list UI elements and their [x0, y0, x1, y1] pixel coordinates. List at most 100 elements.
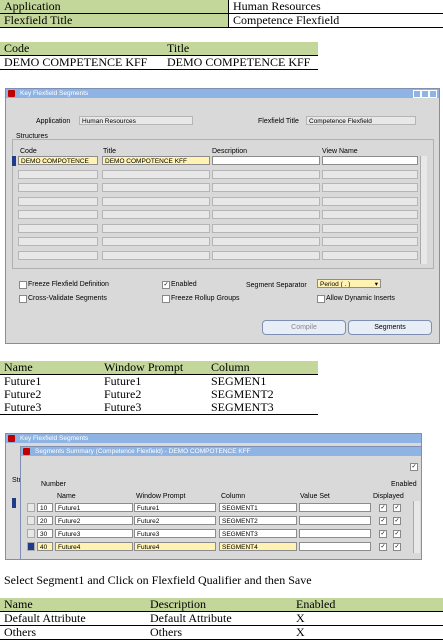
empty-structure-cell[interactable]: [212, 237, 320, 246]
empty-structure-cell[interactable]: [102, 210, 210, 219]
empty-structure-cell[interactable]: [102, 169, 210, 179]
freeze-definition-checkbox[interactable]: [19, 281, 27, 289]
segment-checkbox[interactable]: ✓: [379, 543, 387, 551]
row-indicator[interactable]: [27, 542, 35, 551]
segment-cell[interactable]: Future1: [55, 503, 133, 512]
window-titlebar: Segments Summary (Competence Flexfield) …: [21, 447, 421, 456]
empty-structure-cell[interactable]: [212, 223, 320, 233]
empty-structure-cell[interactable]: [18, 183, 98, 192]
row-indicator[interactable]: [27, 503, 35, 512]
empty-structure-cell[interactable]: [18, 237, 98, 246]
enabled-checkbox[interactable]: ✓: [162, 281, 170, 289]
flexfield-title-label: Flexfield Title: [258, 118, 299, 125]
row-indicator[interactable]: [27, 516, 35, 525]
empty-structure-cell[interactable]: [18, 210, 98, 219]
cross-validate-checkbox[interactable]: [19, 295, 27, 303]
structures-scrollbar[interactable]: [420, 156, 427, 264]
segment-checkbox[interactable]: ✓: [379, 530, 387, 538]
window-titlebar: Key Flexfield Segments: [6, 434, 421, 443]
col-description: Description: [212, 148, 248, 155]
cell: Default Attribute: [146, 611, 292, 626]
empty-structure-cell[interactable]: [322, 250, 418, 260]
empty-structure-cell[interactable]: [322, 223, 418, 233]
segment-cell[interactable]: 20: [37, 516, 53, 525]
empty-structure-cell[interactable]: [322, 237, 418, 246]
empty-structure-cell[interactable]: [18, 169, 98, 179]
header-cell: Window Prompt: [100, 361, 207, 375]
segment-cell[interactable]: Future4: [55, 542, 133, 551]
maximize-icon[interactable]: [421, 90, 429, 98]
header-checkbox[interactable]: ✓: [410, 463, 418, 471]
cell: Future1: [104, 374, 142, 388]
key-flexfield-segments-window: Key Flexfield Segments Application Human…: [5, 88, 440, 344]
segment-cell[interactable]: [299, 542, 371, 551]
empty-structure-cell[interactable]: [322, 196, 418, 206]
col-value-set: Value Set: [300, 493, 330, 500]
structure-cell[interactable]: DEMO COMPOTENCE: [18, 156, 98, 165]
minimize-icon[interactable]: [413, 90, 421, 98]
header-cell: Name: [0, 361, 100, 375]
freeze-rollup-checkbox[interactable]: [162, 295, 170, 303]
row-indicator[interactable]: [27, 529, 35, 538]
segment-checkbox[interactable]: ✓: [379, 517, 387, 525]
enabled-label: Enabled: [391, 481, 417, 488]
empty-structure-cell[interactable]: [18, 250, 98, 260]
empty-structure-cell[interactable]: [212, 196, 320, 206]
flexfield-title-field[interactable]: Competence Flexfield: [306, 116, 416, 125]
allow-dynamic-checkbox[interactable]: [317, 295, 325, 303]
segment-checkbox[interactable]: ✓: [393, 517, 401, 525]
segment-cell[interactable]: Future1: [134, 503, 216, 512]
cross-validate-label: Cross-Validate Segments: [28, 295, 107, 302]
segment-cell[interactable]: SEGMENT4: [219, 542, 297, 551]
segment-cell[interactable]: Future3: [134, 529, 216, 538]
empty-structure-cell[interactable]: [102, 196, 210, 206]
segment-checkbox[interactable]: ✓: [393, 504, 401, 512]
empty-structure-cell[interactable]: [212, 250, 320, 260]
segment-cell[interactable]: SEGMENT2: [219, 516, 297, 525]
empty-structure-cell[interactable]: [322, 210, 418, 219]
segment-cell[interactable]: 10: [37, 503, 53, 512]
segment-cell[interactable]: 30: [37, 529, 53, 538]
app-icon: [8, 90, 15, 97]
segments-table: Name Window Prompt Column Future1 Future1…: [0, 361, 318, 415]
segment-cell[interactable]: [299, 503, 371, 512]
summary-scrollbar[interactable]: [413, 501, 420, 553]
segment-cell[interactable]: [299, 516, 371, 525]
segment-separator-select[interactable]: Period ( . ) ▾: [317, 279, 381, 288]
structure-cell[interactable]: [212, 156, 320, 165]
cell: Flexfield Title: [0, 13, 229, 28]
header-cell: Title: [163, 42, 318, 56]
segment-cell[interactable]: SEGMENT1: [219, 503, 297, 512]
number-label: Number: [41, 481, 66, 488]
segment-cell[interactable]: Future4: [134, 542, 216, 551]
segment-checkbox[interactable]: ✓: [393, 530, 401, 538]
empty-structure-cell[interactable]: [102, 237, 210, 246]
cell: DEMO COMPETENCE KFF: [163, 55, 318, 70]
empty-structure-cell[interactable]: [212, 183, 320, 192]
segment-cell[interactable]: 40: [37, 542, 53, 551]
empty-structure-cell[interactable]: [212, 169, 320, 179]
segments-button[interactable]: Segments: [348, 320, 432, 335]
application-field[interactable]: Human Resources: [79, 116, 193, 125]
cell: Competence Flexfield: [228, 13, 443, 28]
empty-structure-cell[interactable]: [18, 196, 98, 206]
empty-structure-cell[interactable]: [102, 183, 210, 192]
allow-dynamic-label: Allow Dynamic Inserts: [326, 295, 395, 302]
empty-structure-cell[interactable]: [102, 250, 210, 260]
segment-cell[interactable]: [299, 529, 371, 538]
empty-structure-cell[interactable]: [322, 169, 418, 179]
empty-structure-cell[interactable]: [102, 223, 210, 233]
empty-structure-cell[interactable]: [18, 223, 98, 233]
segment-checkbox[interactable]: ✓: [379, 504, 387, 512]
segment-cell[interactable]: Future3: [55, 529, 133, 538]
segment-checkbox[interactable]: ✓: [393, 543, 401, 551]
segment-cell[interactable]: Future2: [134, 516, 216, 525]
close-icon[interactable]: [429, 90, 437, 98]
segment-cell[interactable]: SEGMENT3: [219, 529, 297, 538]
segment-cell[interactable]: Future2: [55, 516, 133, 525]
compile-button[interactable]: Compile: [262, 320, 346, 335]
structure-cell[interactable]: [322, 156, 418, 165]
empty-structure-cell[interactable]: [212, 210, 320, 219]
structure-cell[interactable]: DEMO COMPOTENCE KFF: [102, 156, 210, 165]
empty-structure-cell[interactable]: [322, 183, 418, 192]
